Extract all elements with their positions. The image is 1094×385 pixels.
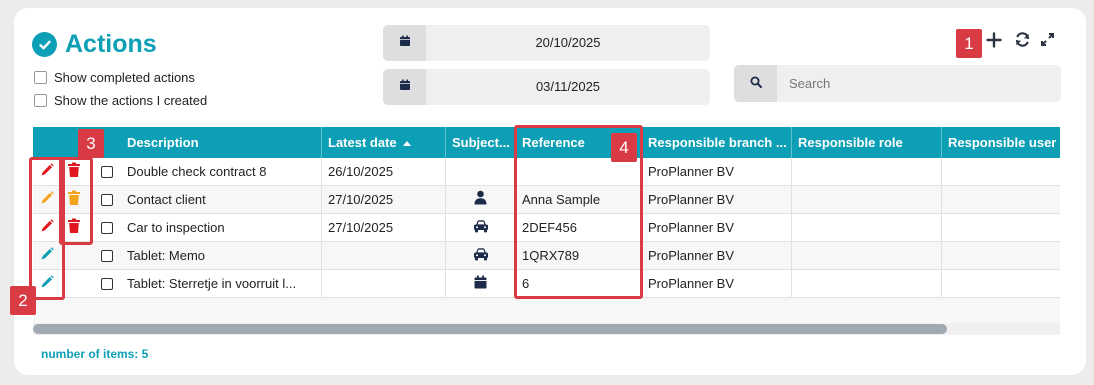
date-to-field[interactable]: 03/11/2025 (383, 69, 710, 105)
car-icon (473, 219, 489, 238)
column-header-subject[interactable]: Subject... (446, 127, 516, 158)
cell-subject (446, 158, 516, 186)
cell-latest-date: 27/10/2025 (322, 186, 446, 214)
cell-responsible-user (942, 158, 1060, 186)
search-input[interactable] (777, 65, 1061, 102)
date-from-picker-button[interactable] (383, 25, 426, 61)
annotation-2-badge: 2 (10, 286, 36, 315)
search-box[interactable] (734, 65, 1061, 102)
cell-description: Tablet: Sterretje in voorruit l... (121, 270, 322, 298)
annotation-3-badge: 3 (78, 129, 104, 158)
annotation-4-badge: 4 (611, 133, 637, 162)
cell-responsible-role (792, 158, 942, 186)
column-header-latest-date[interactable]: Latest date (322, 127, 446, 158)
date-to-picker-button[interactable] (383, 69, 426, 105)
person-icon (474, 190, 487, 210)
cell-subject (446, 270, 516, 298)
cell-description: Double check contract 8 (121, 158, 322, 186)
date-from-value[interactable]: 20/10/2025 (426, 25, 710, 61)
cell-responsible-role (792, 214, 942, 242)
show-created-checkbox[interactable] (34, 94, 47, 107)
column-header-responsible-branch[interactable]: Responsible branch ... (642, 127, 792, 158)
cell-subject (446, 186, 516, 214)
column-header-description[interactable]: Description (121, 127, 322, 158)
page-header: Actions (32, 30, 157, 59)
check-circle-icon (32, 32, 57, 57)
show-completed-option[interactable]: Show completed actions (34, 70, 195, 85)
cell-description: Car to inspection (121, 214, 322, 242)
row-checkbox[interactable] (101, 278, 113, 290)
cell-subject (446, 214, 516, 242)
column-header-responsible-user[interactable]: Responsible user (942, 127, 1060, 158)
calendar-icon (399, 78, 411, 96)
refresh-icon (1014, 31, 1031, 53)
row-checkbox[interactable] (101, 166, 113, 178)
add-button[interactable] (986, 31, 1002, 53)
refresh-button[interactable] (1013, 32, 1031, 52)
cell-latest-date (322, 242, 446, 270)
cell-responsible-user (942, 186, 1060, 214)
show-created-label: Show the actions I created (54, 93, 208, 108)
cell-responsible-role (792, 186, 942, 214)
search-button[interactable] (734, 65, 777, 102)
search-icon (750, 75, 762, 93)
cell-responsible-branch: ProPlanner BV (642, 270, 792, 298)
horizontal-scrollbar[interactable] (33, 323, 1060, 335)
cell-description: Tablet: Memo (121, 242, 322, 270)
cell-latest-date (322, 270, 446, 298)
cell-responsible-user (942, 214, 1060, 242)
show-completed-checkbox[interactable] (34, 71, 47, 84)
cell-responsible-branch: ProPlanner BV (642, 186, 792, 214)
page-title: Actions (65, 30, 157, 58)
cell-responsible-branch: ProPlanner BV (642, 158, 792, 186)
row-checkbox[interactable] (101, 222, 113, 234)
date-to-value[interactable]: 03/11/2025 (426, 69, 710, 105)
cell-responsible-role (792, 242, 942, 270)
expand-button[interactable] (1039, 32, 1055, 52)
item-count: number of items: 5 (41, 347, 149, 361)
cell-latest-date: 27/10/2025 (322, 214, 446, 242)
cell-responsible-role (792, 270, 942, 298)
annotation-3-box (59, 157, 93, 245)
cell-responsible-branch: ProPlanner BV (642, 214, 792, 242)
cell-subject (446, 242, 516, 270)
cell-description: Contact client (121, 186, 322, 214)
row-checkbox[interactable] (101, 250, 113, 262)
calendar-icon (399, 34, 411, 52)
plus-icon (986, 31, 1002, 53)
show-created-option[interactable]: Show the actions I created (34, 93, 207, 108)
annotation-1-badge: 1 (956, 29, 982, 58)
column-header-responsible-role[interactable]: Responsible role (792, 127, 942, 158)
date-from-field[interactable]: 20/10/2025 (383, 25, 710, 61)
car-icon (473, 247, 489, 266)
sort-asc-icon (402, 141, 411, 147)
cell-responsible-branch: ProPlanner BV (642, 242, 792, 270)
cell-responsible-user (942, 242, 1060, 270)
row-checkbox[interactable] (101, 194, 113, 206)
calendar-icon (474, 275, 487, 294)
scrollbar-thumb[interactable] (33, 324, 947, 334)
expand-icon (1040, 33, 1054, 51)
show-completed-label: Show completed actions (54, 70, 195, 85)
cell-latest-date: 26/10/2025 (322, 158, 446, 186)
cell-responsible-user (942, 270, 1060, 298)
